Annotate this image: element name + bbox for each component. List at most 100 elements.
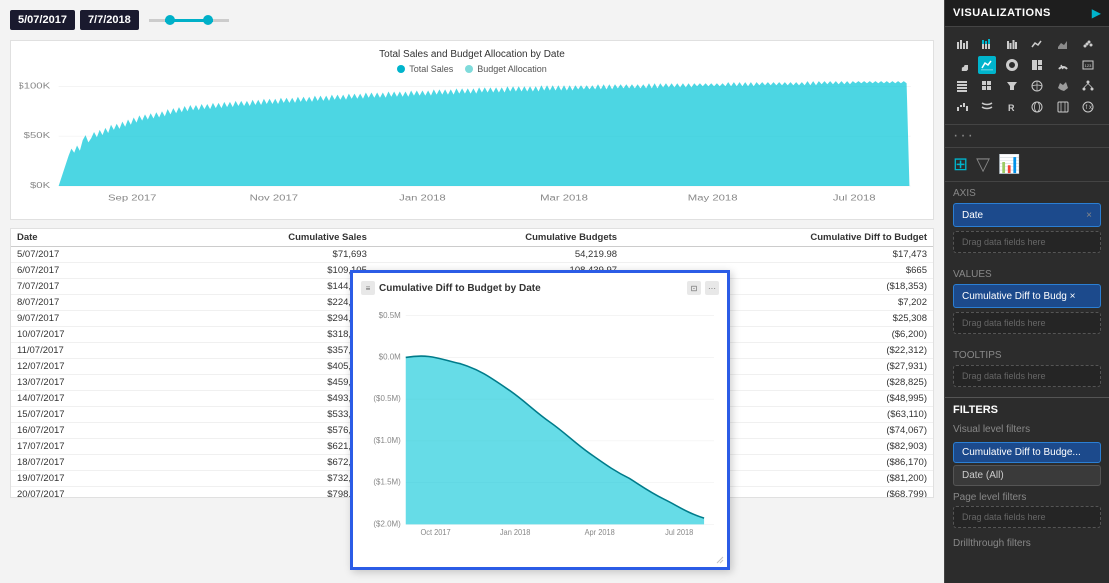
cell-0: 17/07/2017 [11, 439, 154, 455]
table-row: 5/07/2017$71,69354,219.98$17,473 [11, 247, 933, 263]
viz-icon-funnel[interactable] [1003, 77, 1021, 95]
cell-1: $318,120 [154, 327, 372, 343]
viz-icon-treemap[interactable] [1028, 56, 1046, 74]
svg-text:$50K: $50K [24, 132, 51, 141]
cell-0: 8/07/2017 [11, 295, 154, 311]
top-bar-chart: Total Sales and Budget Allocation by Dat… [10, 40, 934, 220]
cell-0: 15/07/2017 [11, 407, 154, 423]
col-header-cum-diff: Cumulative Diff to Budget [623, 229, 933, 247]
viz-icon-scatter[interactable] [1079, 35, 1097, 53]
axis-field-remove[interactable]: × [1086, 210, 1092, 221]
overlay-header: ≡ Cumulative Diff to Budget by Date ⊡ ··… [361, 281, 719, 295]
slider-handle-right[interactable] [203, 15, 213, 25]
svg-text:Oct 2017: Oct 2017 [420, 528, 450, 537]
axis-field-value: Date [962, 210, 983, 221]
cell-1: $405,829 [154, 359, 372, 375]
values-drag-area[interactable]: Drag data fields here [953, 312, 1101, 334]
viz-tab-analytics[interactable]: 📊 [998, 154, 1020, 175]
viz-icon-area[interactable] [1054, 35, 1072, 53]
cell-3: $17,473 [623, 247, 933, 263]
filter-cum-diff[interactable]: Cumulative Diff to Budge... [953, 442, 1101, 463]
cell-0: 14/07/2017 [11, 391, 154, 407]
svg-text:$100K: $100K [19, 82, 51, 91]
viz-icon-line-active[interactable] [978, 56, 996, 74]
cell-1: $224,082 [154, 295, 372, 311]
viz-icon-pie[interactable] [953, 56, 971, 74]
overlay-more-icon[interactable]: ··· [705, 281, 719, 295]
axis-drag-area[interactable]: Drag data fields here [953, 231, 1101, 253]
svg-text:Jul 2018: Jul 2018 [665, 528, 693, 537]
viz-icon-matrix[interactable] [978, 77, 996, 95]
viz-icon-bar[interactable] [953, 35, 971, 53]
viz-icon-extra1[interactable] [1054, 98, 1072, 116]
svg-text:123: 123 [1084, 63, 1091, 68]
cell-1: $71,693 [154, 247, 372, 263]
overlay-icon-group: ≡ [361, 281, 375, 295]
overlay-chart-svg: $0.5M $0.0M ($0.5M) ($1.0M) ($1.5M) ($2.… [361, 299, 719, 539]
svg-text:($1.5M): ($1.5M) [373, 478, 401, 487]
axis-field-box[interactable]: Date × [953, 203, 1101, 227]
col-header-cum-sales: Cumulative Sales [154, 229, 372, 247]
viz-icon-clustered[interactable] [1003, 35, 1021, 53]
legend-dot-sales [397, 65, 405, 73]
overlay-expand-icon[interactable]: ⊡ [687, 281, 701, 295]
viz-icon-waterfall[interactable] [953, 98, 971, 116]
viz-panel-arrow[interactable]: ▶ [1092, 6, 1101, 20]
legend-label-sales: Total Sales [409, 64, 453, 74]
viz-more-dots[interactable]: ··· [945, 125, 1109, 148]
axis-section: Axis Date × Drag data fields here [945, 182, 1109, 263]
chart-legend: Total Sales Budget Allocation [19, 64, 925, 74]
visualizations-panel: VISUALIZATIONS ▶ [944, 0, 1109, 583]
viz-icon-ribbon[interactable] [978, 98, 996, 116]
svg-text:($2.0M): ($2.0M) [373, 519, 401, 528]
cell-0: 9/07/2017 [11, 311, 154, 327]
cell-0: 12/07/2017 [11, 359, 154, 375]
top-chart-title: Total Sales and Budget Allocation by Dat… [19, 49, 925, 60]
cell-1: $493,205 [154, 391, 372, 407]
viz-icon-gauge[interactable] [1054, 56, 1072, 74]
svg-text:R: R [1008, 103, 1015, 113]
page-drag-area[interactable]: Drag data fields here [953, 506, 1101, 528]
viz-icon-stacked-bar[interactable] [978, 35, 996, 53]
page-filters-label-row: Page level filters Drag data fields here [945, 488, 1109, 534]
tooltips-drag-area[interactable]: Drag data fields here [953, 365, 1101, 387]
slider-handle-left[interactable] [165, 15, 175, 25]
viz-tab-fields[interactable]: ⊞ [953, 154, 968, 175]
svg-text:Jan 2018: Jan 2018 [500, 528, 531, 537]
cell-2: 54,219.98 [373, 247, 623, 263]
viz-icon-r[interactable]: R [1003, 98, 1021, 116]
cell-0: 20/07/2017 [11, 487, 154, 499]
viz-icon-globe[interactable] [1028, 98, 1046, 116]
viz-icon-line[interactable] [1028, 35, 1046, 53]
viz-tab-filter[interactable]: ▽ [976, 154, 990, 175]
legend-label-budget: Budget Allocation [477, 64, 547, 74]
viz-icon-filled-map[interactable] [1054, 77, 1072, 95]
cell-1: $576,573 [154, 423, 372, 439]
viz-icon-table[interactable] [953, 77, 971, 95]
cell-1: $294,408 [154, 311, 372, 327]
cell-1: $732,100 [154, 471, 372, 487]
viz-tabs: ⊞ ▽ 📊 [945, 148, 1109, 182]
svg-text:($0.5M): ($0.5M) [373, 394, 401, 403]
viz-icon-decomp[interactable] [1079, 77, 1097, 95]
axis-label: Axis [953, 188, 1101, 199]
svg-text:Jan 2018: Jan 2018 [399, 194, 446, 203]
svg-text:Nov 2017: Nov 2017 [250, 194, 299, 203]
viz-icon-donut[interactable] [1003, 56, 1021, 74]
viz-icon-card[interactable]: 123 [1079, 56, 1097, 74]
cell-0: 5/07/2017 [11, 247, 154, 263]
viz-icon-extra2[interactable]: fx [1079, 98, 1097, 116]
cell-0: 6/07/2017 [11, 263, 154, 279]
start-date[interactable]: 5/07/2017 [10, 10, 75, 30]
tooltips-section: Tooltips Drag data fields here [945, 344, 1109, 397]
tooltips-label: Tooltips [953, 350, 1101, 361]
svg-text:$0.5M: $0.5M [379, 311, 401, 320]
resize-handle[interactable] [715, 555, 725, 565]
date-range-slider[interactable] [149, 11, 229, 29]
filter-date[interactable]: Date (All) [953, 465, 1101, 486]
svg-text:Sep 2017: Sep 2017 [108, 194, 157, 203]
end-date[interactable]: 7/7/2018 [80, 10, 139, 30]
values-field-box[interactable]: Cumulative Diff to Budg × [953, 284, 1101, 308]
overlay-hamburger-icon[interactable]: ≡ [361, 281, 375, 295]
viz-icon-map[interactable] [1028, 77, 1046, 95]
